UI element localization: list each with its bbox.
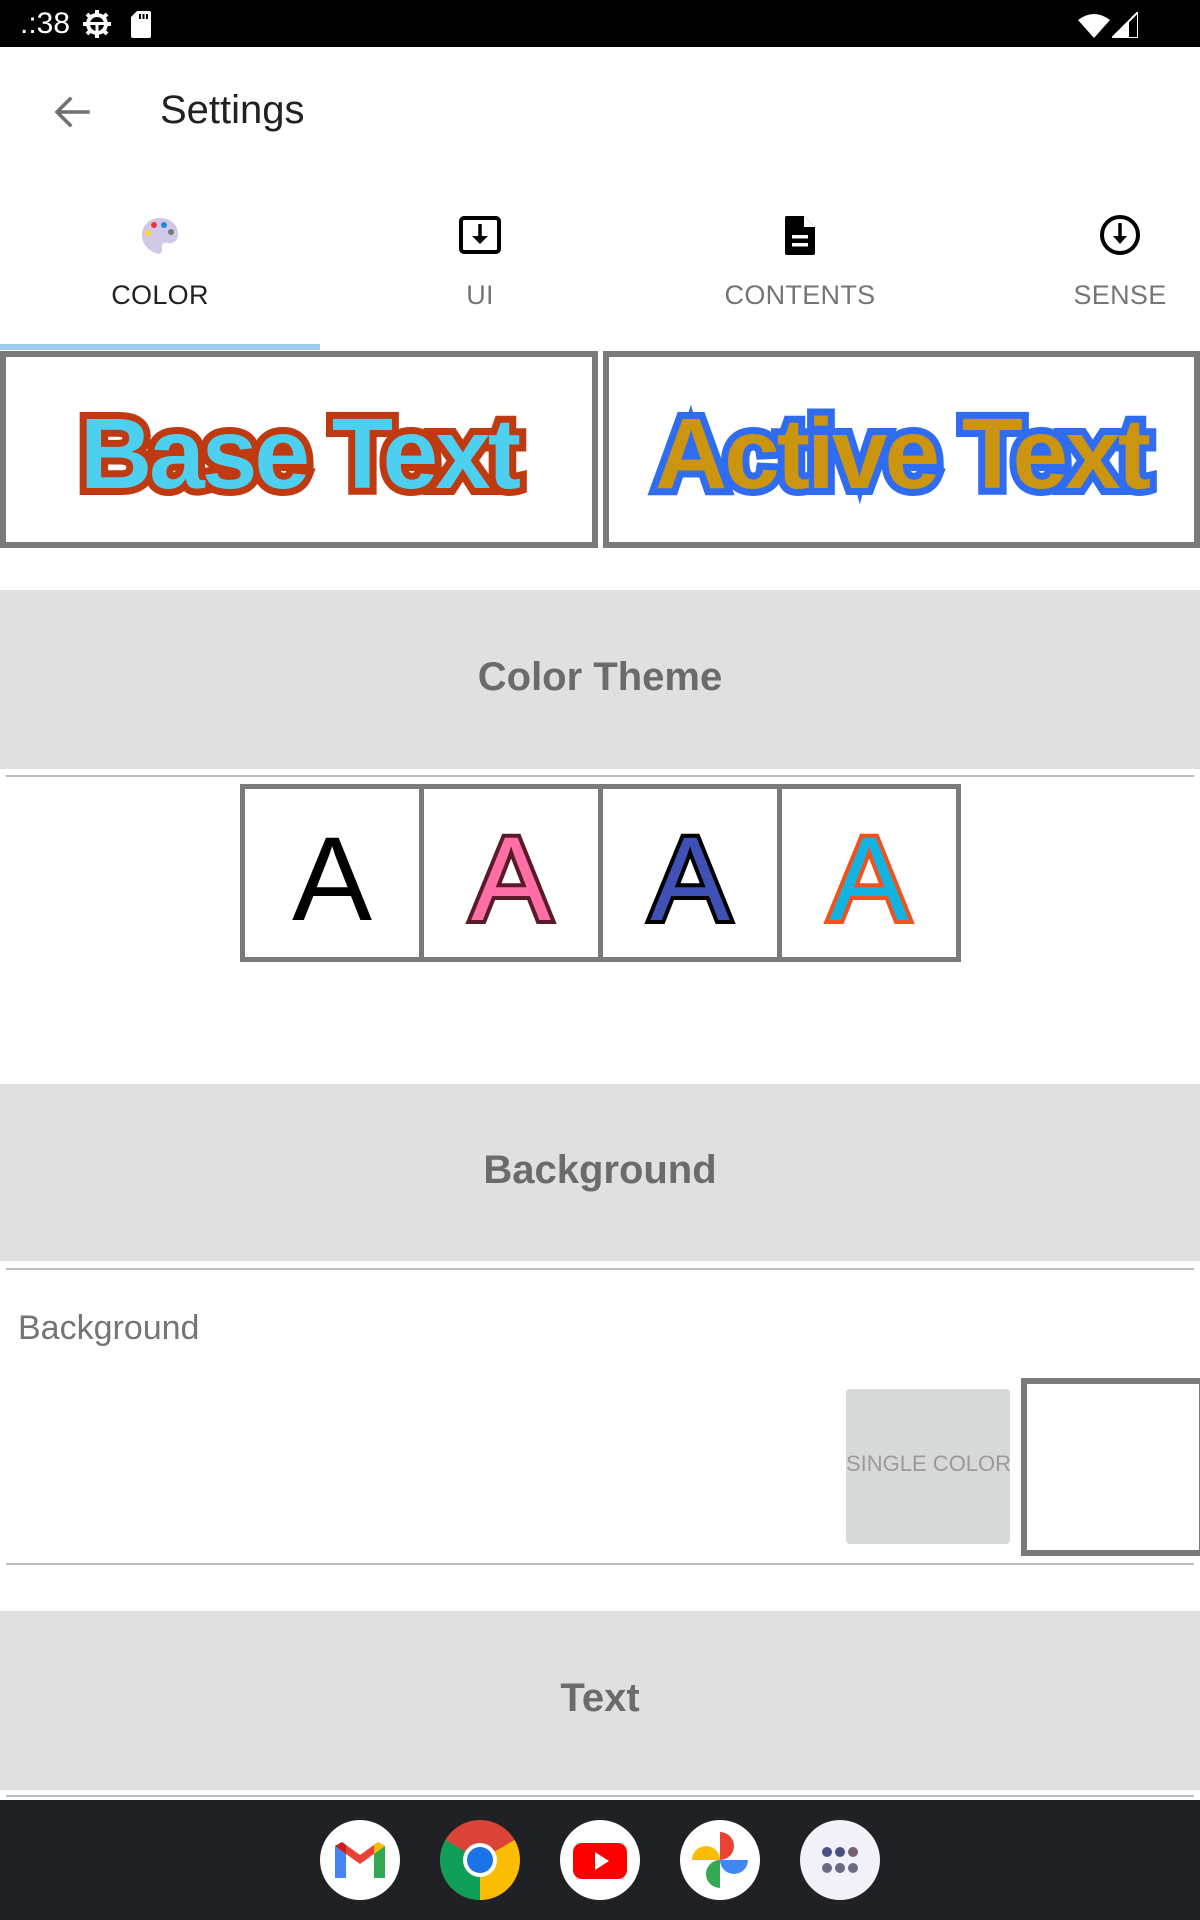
tab-label: CONTENTS	[724, 280, 876, 310]
tab-contents[interactable]: CONTENTS	[640, 190, 960, 350]
active-text-sample: Active Text	[648, 391, 1158, 517]
cell-signal-icon	[1112, 12, 1138, 38]
single-color-label: SINGLE COLOR	[846, 1451, 1012, 1476]
single-color-button[interactable]: SINGLE COLOR	[846, 1389, 1012, 1544]
divider	[6, 775, 1194, 777]
dock-app-drawer[interactable]	[800, 1820, 880, 1900]
download-circle-icon	[1100, 215, 1140, 255]
theme-glyph: A	[646, 812, 734, 946]
color-theme-option-4[interactable]: A	[777, 784, 961, 962]
theme-glyph: A	[291, 812, 373, 946]
color-theme-option-3[interactable]: A	[598, 784, 782, 962]
background-color-swatch[interactable]	[1021, 1378, 1200, 1556]
gear-icon	[83, 10, 111, 38]
tab-sense[interactable]: SENSE	[960, 190, 1200, 350]
dock-app-youtube[interactable]	[560, 1820, 640, 1900]
sd-card-icon	[131, 11, 151, 38]
app-drawer-icon	[822, 1847, 858, 1873]
status-time: .:38	[20, 7, 71, 40]
tab-indicator	[0, 344, 320, 350]
section-header-background: Background	[0, 1084, 1200, 1261]
tab-label: COLOR	[111, 280, 209, 310]
section-title: Background	[483, 1148, 717, 1192]
color-theme-options: A A A A	[240, 784, 961, 962]
photos-icon	[692, 1832, 748, 1888]
wifi-icon	[1078, 14, 1110, 38]
tab-ui[interactable]: UI	[320, 190, 640, 350]
tab-label: SENSE	[1073, 280, 1167, 310]
theme-glyph: A	[825, 812, 913, 946]
tab-color[interactable]: COLOR	[0, 190, 320, 350]
navigation-dock	[0, 1800, 1200, 1920]
palette-icon	[142, 218, 178, 254]
section-header-color-theme: Color Theme	[0, 590, 1200, 769]
arrow-back-icon	[54, 96, 90, 128]
base-text-sample: Base Text	[73, 391, 528, 517]
dock-app-chrome[interactable]	[440, 1820, 520, 1900]
section-title: Color Theme	[477, 655, 723, 699]
divider	[6, 1563, 1194, 1565]
color-theme-option-1[interactable]: A	[240, 784, 424, 962]
base-text-preview[interactable]: Base Text	[0, 351, 598, 548]
divider	[6, 1795, 1194, 1797]
section-title: Text	[560, 1676, 640, 1720]
youtube-icon	[573, 1843, 627, 1879]
page-title: Settings	[160, 88, 305, 132]
theme-glyph: A	[467, 812, 555, 946]
background-label: Background	[18, 1309, 200, 1347]
dock-app-gmail[interactable]	[320, 1820, 400, 1900]
tab-label: UI	[466, 280, 494, 310]
back-button[interactable]	[44, 84, 100, 140]
dock-app-photos[interactable]	[680, 1820, 760, 1900]
gmail-icon	[335, 1842, 385, 1878]
color-theme-option-2[interactable]: A	[419, 784, 603, 962]
tab-bar: COLOR UI CONTENTS SENSE	[0, 190, 1200, 350]
chrome-icon	[440, 1820, 520, 1900]
section-header-text: Text	[0, 1611, 1200, 1790]
document-icon	[784, 216, 815, 255]
download-box-icon	[459, 216, 501, 254]
status-bar: .:38	[0, 0, 1200, 47]
active-text-preview[interactable]: Active Text	[603, 351, 1200, 548]
divider	[6, 1268, 1194, 1270]
